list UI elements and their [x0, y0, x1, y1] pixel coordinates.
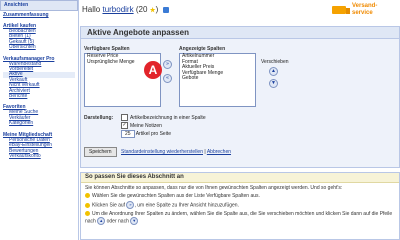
help-step-2-text-a: Klicken Sie auf	[92, 202, 126, 209]
sidebar-item-uebersichten[interactable]: Übersichten	[3, 44, 75, 50]
sidebar-summary-link[interactable]: Zusammenfassung	[3, 12, 49, 18]
versandservice-banner[interactable]: Versand- service	[330, 0, 396, 22]
per-page-row: 25 Artikel pro Seite	[121, 130, 171, 138]
option-notes[interactable]: ✓ Meine Notizen	[121, 122, 162, 129]
up-arrow-icon: ▲	[97, 217, 106, 225]
annotation-marker-a: A	[144, 61, 162, 79]
customize-panel: Aktive Angebote anpassen Verfügbare Spal…	[80, 26, 400, 168]
feedback-score: (20	[135, 5, 148, 14]
restore-defaults-link[interactable]: Standardeinstellung wiederherstellen	[121, 149, 203, 155]
feedback-score-close: )	[155, 5, 159, 14]
step-bullet-icon	[85, 211, 90, 217]
help-step-1-text: Wählen Sie die gewünschten Spalten aus d…	[92, 193, 260, 199]
help-step-1: Wählen Sie die gewünschten Spalten aus d…	[85, 193, 395, 199]
single-column-label: Artikelbezeichnung in einer Spalte	[130, 114, 206, 121]
display-label: Darstellung:	[84, 115, 114, 121]
remove-column-button[interactable]: «	[163, 74, 172, 83]
option-single-column[interactable]: Artikelbezeichnung in einer Spalte	[121, 114, 206, 121]
sidebar: Ansichten Zusammenfassung Artikel kaufen…	[0, 0, 79, 240]
add-column-button[interactable]: »	[163, 60, 172, 69]
per-page-select[interactable]: 25	[121, 130, 135, 138]
help-intro: Sie können Abschnitte so anpassen, dass …	[85, 185, 343, 191]
move-down-button[interactable]: ▼	[269, 79, 278, 88]
sidebar-item-verkaufskonto[interactable]: Verkaufskonto	[3, 153, 75, 159]
notes-checkbox[interactable]: ✓	[121, 122, 128, 129]
available-columns-label: Verfügbare Spalten	[84, 46, 130, 52]
panel-title: Aktive Angebote anpassen	[81, 27, 399, 39]
help-step-3-text: Um die Anordnung Ihrer Spalten zu ändern…	[92, 211, 350, 217]
move-label: Verschieben	[261, 59, 289, 65]
single-column-checkbox[interactable]	[121, 114, 128, 121]
help-title: So passen Sie dieses Abschnitt an	[81, 173, 399, 183]
sidebar-item-kategorien[interactable]: Kategorien	[3, 120, 75, 126]
down-arrow-icon: ▼	[130, 217, 139, 225]
cancel-link[interactable]: Abbrechen	[207, 149, 231, 155]
shown-columns-label: Angezeigte Spalten	[179, 46, 226, 52]
save-button[interactable]: Speichern	[84, 147, 117, 157]
sidebar-header: Ansichten	[0, 0, 78, 11]
help-step-3-text-c: oder nach	[106, 218, 129, 225]
move-up-button[interactable]: ▲	[269, 67, 278, 76]
step-bullet-icon	[85, 193, 90, 199]
versandservice-line2: service	[352, 10, 373, 16]
shown-columns-list[interactable]: Artikelnummer Format Aktueller Preis Ver…	[179, 53, 256, 107]
greeting: Hallo turbodirk (20 )	[82, 5, 169, 14]
shown-item-gebote[interactable]: Gebote	[180, 76, 255, 82]
help-box: So passen Sie dieses Abschnitt an Sie kö…	[80, 172, 400, 240]
notes-label: Meine Notizen	[130, 122, 162, 129]
username-link[interactable]: turbodirk	[102, 5, 133, 14]
per-page-label: Artikel pro Seite	[135, 131, 171, 137]
help-step-2-text-b: , um eine Spalte zu Ihrer Ansicht hinzuz…	[134, 202, 239, 209]
sidebar-item-berichte[interactable]: Berichte	[3, 93, 75, 99]
me-icon	[162, 6, 169, 13]
panel-links: Standardeinstellung wiederherstellen | A…	[121, 149, 231, 155]
truck-icon	[332, 6, 350, 14]
greeting-label: Hallo	[82, 5, 101, 14]
page-header: Hallo turbodirk (20 ) Versand- service	[80, 0, 400, 24]
step-bullet-icon	[85, 202, 90, 208]
help-step-2: Klicken Sie auf », um eine Spalte zu Ihr…	[85, 201, 395, 209]
versandservice-text: Versand- service	[352, 3, 377, 17]
versandservice-line1: Versand-	[352, 3, 378, 9]
link-separator: |	[204, 149, 206, 155]
help-step-3: Um die Anordnung Ihrer Spalten zu ändern…	[85, 211, 395, 225]
